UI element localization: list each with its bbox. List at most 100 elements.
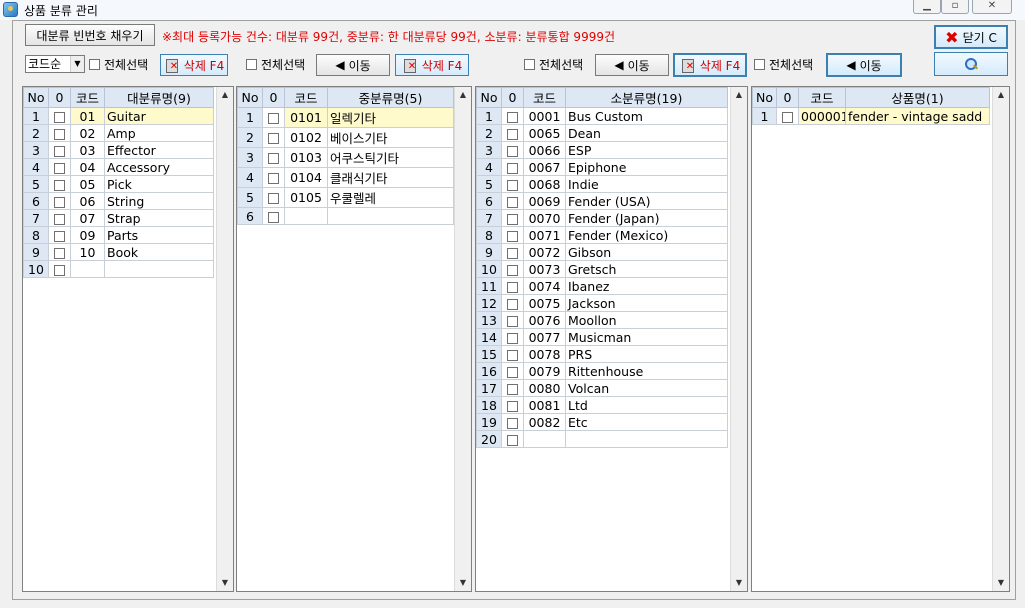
row-name[interactable]: Parts [104, 226, 214, 244]
table-row[interactable]: 12 0075 Jackson [476, 294, 728, 312]
row-number[interactable]: 5 [476, 175, 502, 193]
checkbox[interactable] [268, 211, 279, 223]
row-code[interactable]: 0103 [284, 147, 328, 168]
close-window-button[interactable]: ✕ [972, 0, 1012, 14]
row-number[interactable]: 8 [476, 226, 502, 244]
row-name[interactable]: 어쿠스틱기타 [327, 147, 454, 168]
checkbox[interactable] [54, 162, 65, 174]
row-name[interactable] [565, 430, 728, 448]
checkbox[interactable] [507, 434, 518, 446]
row-checkbox[interactable] [501, 430, 524, 448]
checkbox[interactable] [507, 179, 518, 191]
row-checkbox[interactable] [48, 107, 71, 125]
column-header-code[interactable]: 코드 [798, 87, 846, 108]
row-name[interactable]: String [104, 192, 214, 210]
row-checkbox[interactable] [262, 187, 285, 208]
row-code[interactable]: 0001 [523, 107, 566, 125]
row-number[interactable]: 18 [476, 396, 502, 414]
table-row[interactable]: 9 10 Book [23, 243, 214, 261]
row-code[interactable]: 0077 [523, 328, 566, 346]
row-code[interactable]: 0076 [523, 311, 566, 329]
row-code[interactable]: 0067 [523, 158, 566, 176]
checkbox[interactable] [54, 247, 65, 259]
middle-scrollbar[interactable]: ▲ ▼ [454, 87, 471, 591]
checkbox[interactable] [507, 400, 518, 412]
checkbox[interactable] [507, 264, 518, 276]
row-number[interactable]: 10 [23, 260, 49, 278]
row-name[interactable]: Pick [104, 175, 214, 193]
row-name[interactable]: Gretsch [565, 260, 728, 278]
row-code[interactable]: 0105 [284, 187, 328, 208]
row-code[interactable]: 02 [70, 124, 105, 142]
table-row[interactable]: 5 0068 Indie [476, 175, 728, 193]
row-code[interactable]: 000001 [798, 107, 846, 125]
table-row[interactable]: 14 0077 Musicman [476, 328, 728, 346]
minor-move-button[interactable]: ◀ 이동 [595, 54, 669, 76]
row-checkbox[interactable] [48, 141, 71, 159]
column-header-check[interactable]: 0 [48, 87, 71, 108]
row-code[interactable]: 0068 [523, 175, 566, 193]
table-row[interactable]: 3 03 Effector [23, 141, 214, 159]
checkbox[interactable] [507, 298, 518, 310]
table-row[interactable]: 6 [237, 207, 454, 225]
row-name[interactable]: Etc [565, 413, 728, 431]
row-name[interactable]: Rittenhouse [565, 362, 728, 380]
row-checkbox[interactable] [501, 243, 524, 261]
table-row[interactable]: 2 0065 Dean [476, 124, 728, 142]
scroll-down-icon[interactable]: ▼ [455, 575, 471, 591]
row-checkbox[interactable] [501, 141, 524, 159]
row-name[interactable]: Ltd [565, 396, 728, 414]
row-name[interactable]: fender - vintage sadd [845, 107, 990, 125]
row-code[interactable]: 0074 [523, 277, 566, 295]
row-number[interactable]: 4 [23, 158, 49, 176]
row-number[interactable]: 4 [237, 167, 263, 188]
row-code[interactable]: 0082 [523, 413, 566, 431]
row-name[interactable]: Jackson [565, 294, 728, 312]
row-checkbox[interactable] [501, 226, 524, 244]
row-number[interactable]: 6 [237, 207, 263, 225]
row-code[interactable]: 06 [70, 192, 105, 210]
row-checkbox[interactable] [501, 379, 524, 397]
row-code[interactable]: 0104 [284, 167, 328, 188]
search-button[interactable] [934, 52, 1008, 76]
table-row[interactable]: 15 0078 PRS [476, 345, 728, 363]
row-checkbox[interactable] [262, 167, 285, 188]
row-checkbox[interactable] [501, 396, 524, 414]
table-row[interactable]: 4 0067 Epiphone [476, 158, 728, 176]
row-name[interactable]: Accessory [104, 158, 214, 176]
checkbox[interactable] [507, 315, 518, 327]
row-checkbox[interactable] [48, 243, 71, 261]
scroll-down-icon[interactable]: ▼ [993, 575, 1009, 591]
product-select-all-checkbox[interactable] [754, 59, 765, 70]
checkbox[interactable] [507, 230, 518, 242]
row-checkbox[interactable] [48, 192, 71, 210]
product-scrollbar[interactable]: ▲ ▼ [992, 87, 1009, 591]
row-name[interactable]: Fender (Mexico) [565, 226, 728, 244]
row-code[interactable]: 04 [70, 158, 105, 176]
row-name[interactable]: PRS [565, 345, 728, 363]
scroll-up-icon[interactable]: ▲ [993, 87, 1009, 103]
table-row[interactable]: 8 0071 Fender (Mexico) [476, 226, 728, 244]
row-name[interactable]: 일렉기타 [327, 107, 454, 128]
row-number[interactable]: 11 [476, 277, 502, 295]
row-number[interactable]: 5 [23, 175, 49, 193]
row-number[interactable]: 3 [237, 147, 263, 168]
row-name[interactable] [104, 260, 214, 278]
checkbox[interactable] [54, 196, 65, 208]
checkbox[interactable] [268, 153, 279, 164]
row-code[interactable]: 0075 [523, 294, 566, 312]
row-code[interactable]: 0069 [523, 192, 566, 210]
checkbox[interactable] [268, 173, 279, 184]
row-name[interactable]: Effector [104, 141, 214, 159]
row-code[interactable]: 03 [70, 141, 105, 159]
table-row[interactable]: 10 [23, 260, 214, 278]
maximize-button[interactable]: ▫ [941, 0, 969, 14]
column-header-no[interactable]: No [752, 87, 777, 108]
column-header-name[interactable]: 대분류명(9) [104, 87, 214, 108]
minimize-button[interactable]: ▁ [913, 0, 941, 14]
scroll-down-icon[interactable]: ▼ [217, 575, 233, 591]
row-checkbox[interactable] [262, 207, 285, 225]
column-header-name[interactable]: 소분류명(19) [565, 87, 728, 108]
row-code[interactable]: 0079 [523, 362, 566, 380]
row-code[interactable]: 0080 [523, 379, 566, 397]
